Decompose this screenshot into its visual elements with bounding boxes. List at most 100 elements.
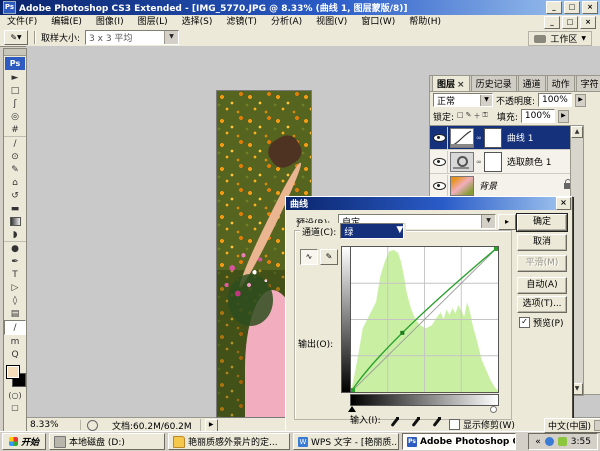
lock-icon-0[interactable]: □ — [457, 111, 464, 121]
menu-item-3[interactable]: 图层(L) — [131, 15, 175, 29]
menu-item-2[interactable]: 图像(I) — [89, 15, 131, 29]
opacity-field[interactable]: 100% — [538, 93, 572, 107]
brush-tool[interactable]: ✎ — [4, 163, 26, 176]
path-selection-tool[interactable]: ▷ — [4, 281, 26, 294]
menu-item-1[interactable]: 编辑(E) — [44, 15, 89, 29]
ok-button[interactable]: 确定 — [517, 214, 567, 231]
start-button[interactable]: 开始 — [2, 433, 46, 450]
clone-stamp-tool[interactable]: ⌂ — [4, 176, 26, 189]
dodge-tool[interactable]: ● — [4, 241, 26, 255]
curves-thumbnail[interactable] — [450, 128, 474, 148]
visibility-toggle[interactable] — [431, 175, 448, 197]
menu-item-0[interactable]: 文件(F) — [0, 15, 44, 29]
menu-item-5[interactable]: 滤镜(T) — [219, 15, 264, 29]
tab-close-icon[interactable]: × — [457, 80, 465, 90]
quick-selection-tool[interactable]: ◎ — [4, 110, 26, 123]
cancel-button[interactable]: 取消 — [517, 234, 567, 251]
spot-healing-brush-tool[interactable]: ⊙ — [4, 150, 26, 163]
zoom-tool[interactable]: Q — [4, 348, 26, 361]
workspace-button[interactable]: 工作区 ▼ — [528, 31, 592, 46]
menu-item-8[interactable]: 窗口(W) — [354, 15, 402, 29]
tray-green-icon[interactable] — [558, 437, 567, 446]
hand-tool[interactable]: m — [4, 335, 26, 348]
preview-checkbox[interactable]: ✓ — [519, 317, 530, 328]
type-tool[interactable]: T — [4, 268, 26, 281]
eraser-tool[interactable]: ▬ — [4, 202, 26, 215]
selective-thumbnail[interactable] — [450, 152, 474, 172]
options-button[interactable]: 选项(T)... — [517, 296, 567, 313]
menu-item-6[interactable]: 分析(A) — [264, 15, 309, 29]
history-brush-tool[interactable]: ↺ — [4, 189, 26, 202]
taskbar-task-2[interactable]: WWPS 文字 - [艳丽质... — [293, 433, 399, 450]
tab-2[interactable]: 通道 — [518, 75, 546, 91]
status-flyout-icon[interactable]: ▶ — [205, 419, 218, 432]
rectangular-marquee-tool[interactable]: □ — [4, 84, 26, 97]
opacity-spinner[interactable]: ▶ — [575, 94, 586, 107]
lock-icon-1[interactable]: ✎ — [466, 111, 472, 121]
preview-checkbox-row[interactable]: ✓ 预览(P) — [519, 316, 563, 329]
taskbar-task-3[interactable]: PsAdobe Photoshop CS3... — [402, 433, 516, 450]
sample-size-dropdown[interactable]: 3 x 3 平均 ▼ — [85, 30, 179, 45]
screen-mode-button[interactable]: ▢ — [4, 401, 26, 413]
lock-icon-3[interactable]: ⚿ — [483, 111, 488, 121]
slice-tool[interactable]: ∕ — [4, 136, 26, 150]
doc-minimize-button[interactable]: _ — [544, 16, 560, 29]
menu-item-9[interactable]: 帮助(H) — [402, 15, 448, 29]
curves-chart-box[interactable] — [350, 246, 499, 393]
pen-tool[interactable]: ✒ — [4, 255, 26, 268]
language-minimize-icon[interactable] — [594, 420, 600, 431]
visibility-toggle[interactable] — [431, 127, 448, 149]
scroll-up-icon[interactable]: ▲ — [571, 126, 583, 138]
background-thumbnail[interactable] — [450, 176, 474, 196]
move-tool[interactable]: ► — [4, 71, 26, 84]
lasso-tool[interactable]: ʃ — [4, 97, 26, 110]
tab-0[interactable]: 图层× — [432, 75, 470, 91]
layer-row-1[interactable]: ∞选取颜色 1 — [430, 150, 576, 174]
tab-1[interactable]: 历史记录 — [471, 75, 517, 91]
pencil-mode-icon[interactable]: ✎ — [320, 249, 338, 265]
close-button[interactable]: × — [582, 1, 598, 14]
shape-tool[interactable]: ◊ — [4, 294, 26, 307]
fill-spinner[interactable]: ▶ — [558, 110, 569, 123]
layer-row-2[interactable]: 背景 — [430, 174, 576, 198]
tray-blue-icon[interactable] — [545, 437, 554, 446]
eyedropper-tool[interactable]: ∕ — [4, 320, 26, 335]
eyedropper-tool-preset-button[interactable]: ✎ ▼ — [4, 30, 28, 45]
tray-chevron-icon[interactable]: « — [535, 437, 541, 447]
toolbox-grip[interactable] — [4, 49, 26, 56]
quick-mask-button[interactable]: (○) — [4, 389, 26, 401]
taskbar-task-1[interactable]: 艳丽质感外景片的定... — [168, 433, 290, 450]
black-point-eyedropper-icon[interactable] — [389, 417, 399, 429]
language-bar[interactable]: 中文(中国) — [544, 418, 600, 433]
visibility-toggle[interactable] — [431, 151, 448, 173]
layer-mask-thumbnail[interactable] — [484, 128, 502, 148]
crop-tool[interactable]: # — [4, 123, 26, 136]
layer-mask-thumbnail[interactable] — [484, 152, 502, 172]
taskbar-task-0[interactable]: 本地磁盘 (D:) — [49, 433, 165, 450]
lock-icon-2[interactable]: ＋ — [474, 111, 481, 121]
tab-3[interactable]: 动作 — [547, 75, 575, 91]
restore-button[interactable]: □ — [564, 1, 580, 14]
foreground-color-swatch[interactable] — [6, 365, 20, 379]
doc-close-button[interactable]: × — [580, 16, 596, 29]
notes-tool[interactable]: ▤ — [4, 307, 26, 320]
show-clipping-row[interactable]: 显示修剪(W) — [449, 418, 515, 431]
blur-tool[interactable]: ◗ — [4, 228, 26, 241]
dialog-title-bar[interactable]: 曲线 × — [286, 197, 572, 210]
fill-field[interactable]: 100% — [521, 109, 555, 123]
minimize-button[interactable]: _ — [546, 1, 562, 14]
menu-item-4[interactable]: 选择(S) — [175, 15, 220, 29]
white-point-eyedropper-icon[interactable] — [431, 417, 441, 429]
dialog-close-button[interactable]: × — [556, 197, 571, 210]
channel-dropdown[interactable]: 绿 ▼ — [340, 223, 404, 239]
tab-4[interactable]: 字符 — [576, 75, 600, 91]
edit-points-mode-icon[interactable]: ∿ — [300, 249, 318, 265]
white-point-slider[interactable] — [490, 406, 497, 413]
gray-point-eyedropper-icon[interactable] — [410, 417, 420, 429]
auto-button[interactable]: 自动(A) — [517, 277, 567, 294]
gradient-tool[interactable] — [4, 215, 26, 228]
black-point-slider[interactable] — [348, 406, 356, 412]
preset-options-button[interactable]: ▸ — [498, 214, 516, 230]
curves-chart[interactable] — [351, 247, 498, 392]
zoom-level[interactable]: 8.33% — [26, 420, 81, 430]
